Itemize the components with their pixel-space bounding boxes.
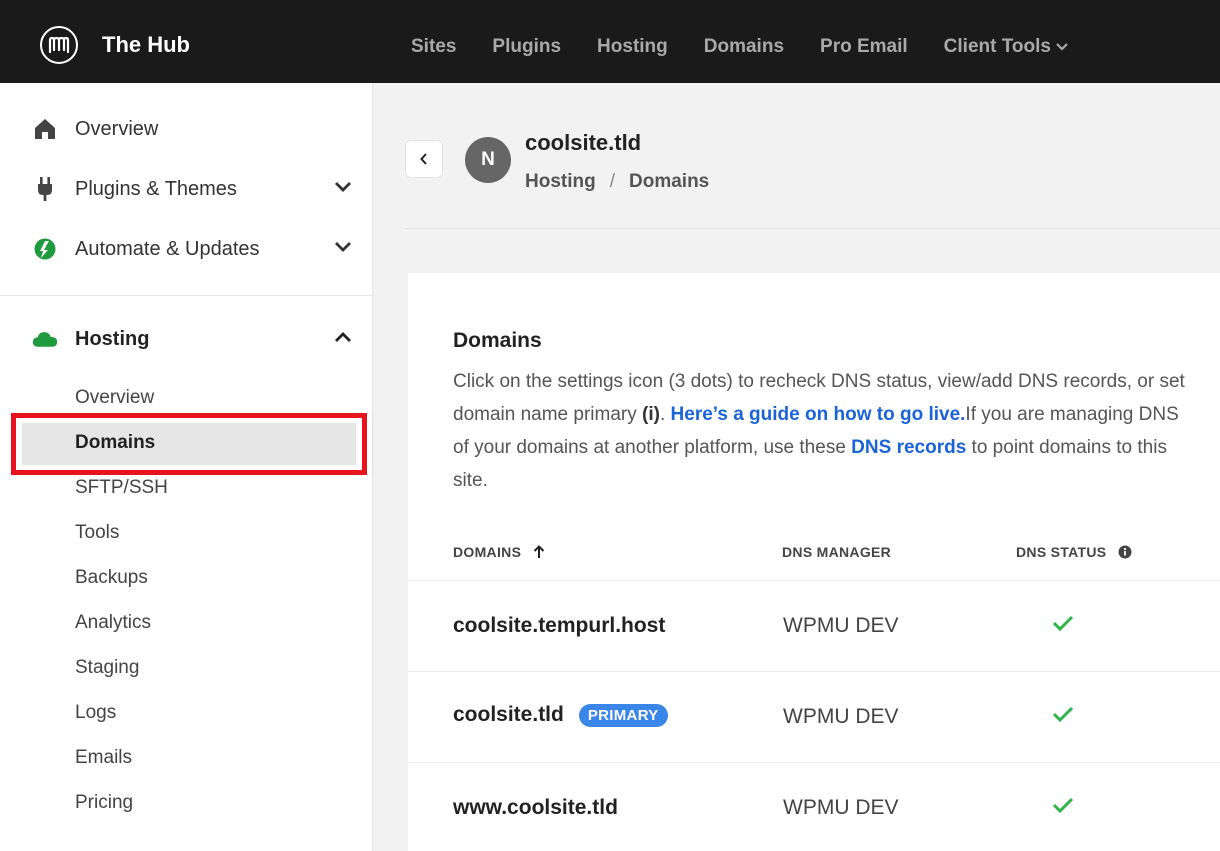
column-header-label: DNS STATUS xyxy=(1016,544,1107,560)
column-header-label: DNS MANAGER xyxy=(782,544,892,560)
table-row-domain: coolsite.tld PRIMARY xyxy=(453,703,668,727)
sidebar-sub-backups[interactable]: Backups xyxy=(75,567,148,589)
desc-info: (i) xyxy=(642,404,660,425)
card-description: Click on the settings icon (3 dots) to r… xyxy=(453,365,1193,497)
page-title: coolsite.tld xyxy=(525,130,642,155)
dns-manager-value: WPMU DEV xyxy=(783,796,899,819)
sidebar-sub-emails[interactable]: Emails xyxy=(75,747,132,769)
topnav-sites[interactable]: Sites xyxy=(411,36,456,58)
desc-text: . xyxy=(659,404,671,425)
dns-records-link[interactable]: DNS records xyxy=(851,437,966,458)
topnav-domains[interactable]: Domains xyxy=(704,36,784,58)
column-header-label: DOMAINS xyxy=(453,544,522,560)
sidebar-item-overview[interactable]: Overview xyxy=(32,114,352,144)
header-divider xyxy=(405,228,1220,229)
sidebar-sub-logs[interactable]: Logs xyxy=(75,702,116,724)
domain-name: coolsite.tld xyxy=(453,703,564,726)
topnav-pro-email[interactable]: Pro Email xyxy=(820,36,908,58)
sidebar-sub-analytics[interactable]: Analytics xyxy=(75,612,151,634)
table-row-domain: coolsite.tempurl.host xyxy=(453,614,665,638)
table-divider xyxy=(408,580,1220,581)
breadcrumb-separator: / xyxy=(609,171,615,192)
domains-card: Domains Click on the settings icon (3 do… xyxy=(408,273,1220,851)
go-live-guide-link[interactable]: Here’s a guide on how to go live. xyxy=(671,404,966,425)
sidebar-sub-pricing[interactable]: Pricing xyxy=(75,792,133,814)
chevron-down-icon[interactable] xyxy=(334,241,352,253)
topnav-client-tools-label: Client Tools xyxy=(943,36,1051,57)
check-icon xyxy=(1052,615,1074,632)
chevron-left-icon xyxy=(420,153,427,165)
breadcrumb: Hosting / Domains xyxy=(525,171,709,193)
sidebar-item-label: Overview xyxy=(75,117,159,140)
table-row-divider xyxy=(408,762,1220,763)
topnav-plugins[interactable]: Plugins xyxy=(492,36,561,58)
sidebar-item-label: Plugins & Themes xyxy=(75,177,237,200)
home-icon xyxy=(32,116,58,142)
sidebar-item-hosting[interactable]: Hosting xyxy=(32,324,352,354)
chevron-down-icon xyxy=(1056,43,1068,51)
annotation-highlight-box xyxy=(11,413,367,475)
check-icon xyxy=(1052,706,1074,723)
table-row-divider xyxy=(408,671,1220,672)
topnav-client-tools[interactable]: Client Tools xyxy=(944,36,1068,58)
sidebar-item-label: Hosting xyxy=(75,327,150,350)
dns-manager-value: WPMU DEV xyxy=(783,705,899,728)
breadcrumb-hosting[interactable]: Hosting xyxy=(525,171,596,192)
table-row-domain: www.coolsite.tld xyxy=(453,796,618,820)
automate-icon xyxy=(32,236,58,262)
top-nav: Sites Plugins Hosting Domains Pro Email … xyxy=(411,36,1104,58)
info-icon[interactable] xyxy=(1118,545,1132,559)
sidebar: Overview Plugins & Themes Automate & Upd… xyxy=(0,83,373,851)
column-header-domains[interactable]: DOMAINS xyxy=(453,544,545,560)
chevron-down-icon[interactable] xyxy=(334,181,352,193)
cloud-icon xyxy=(32,326,58,352)
sidebar-divider xyxy=(0,295,373,296)
sidebar-item-plugins-themes[interactable]: Plugins & Themes xyxy=(32,174,352,204)
hub-logo-icon[interactable] xyxy=(40,26,78,64)
breadcrumb-domains: Domains xyxy=(629,171,710,192)
sidebar-item-label: Automate & Updates xyxy=(75,237,260,260)
top-bar: The Hub Sites Plugins Hosting Domains Pr… xyxy=(0,0,1220,83)
check-icon xyxy=(1052,797,1074,814)
site-avatar: N xyxy=(465,137,511,183)
dns-manager-value: WPMU DEV xyxy=(783,614,899,637)
domain-name: coolsite.tempurl.host xyxy=(453,614,666,637)
plug-icon xyxy=(32,176,58,202)
column-header-dns-manager[interactable]: DNS MANAGER xyxy=(782,544,891,560)
sidebar-sub-staging[interactable]: Staging xyxy=(75,657,139,679)
brand-name[interactable]: The Hub xyxy=(102,32,190,58)
topnav-hosting[interactable]: Hosting xyxy=(597,36,668,58)
sort-arrow-up-icon xyxy=(534,545,545,558)
domain-name: www.coolsite.tld xyxy=(453,796,618,819)
sidebar-sub-overview[interactable]: Overview xyxy=(75,387,154,409)
sidebar-item-automate-updates[interactable]: Automate & Updates xyxy=(32,234,352,264)
sidebar-sub-tools[interactable]: Tools xyxy=(75,522,119,544)
column-header-dns-status[interactable]: DNS STATUS xyxy=(1016,544,1132,560)
sidebar-sub-sftp-ssh[interactable]: SFTP/SSH xyxy=(75,477,168,499)
primary-badge: PRIMARY xyxy=(578,703,668,727)
back-button[interactable] xyxy=(405,140,443,178)
chevron-up-icon[interactable] xyxy=(334,331,352,343)
card-title: Domains xyxy=(453,329,542,352)
